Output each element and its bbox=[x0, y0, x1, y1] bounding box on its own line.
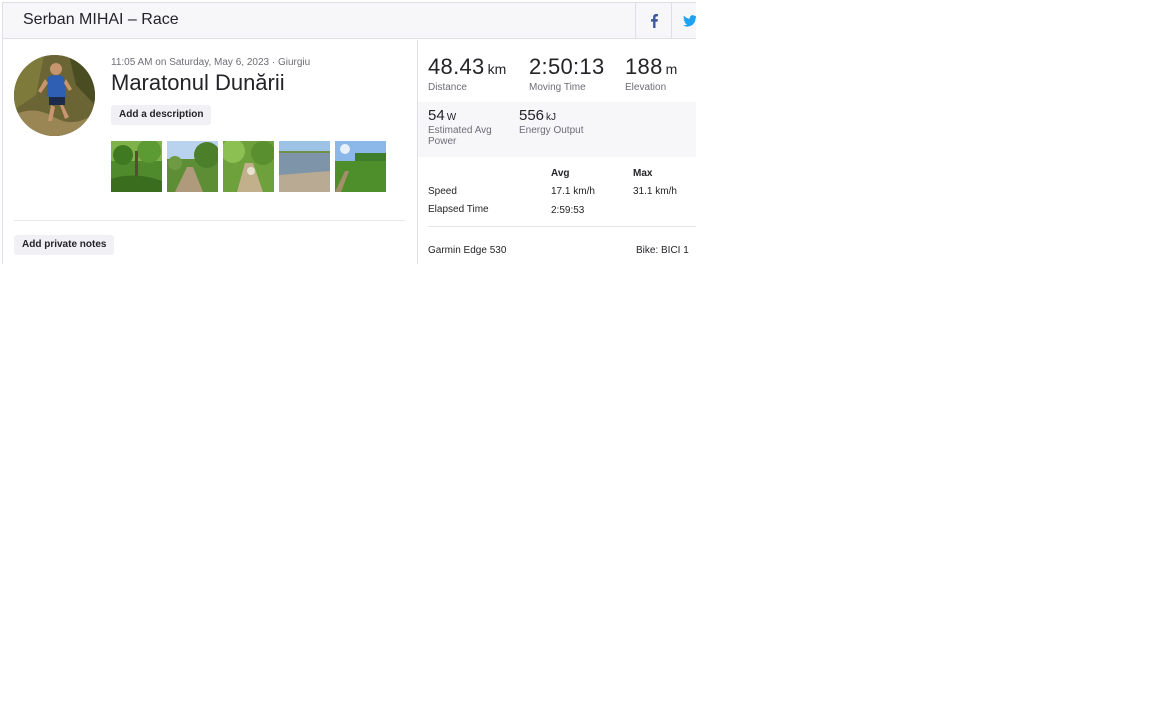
activity-summary-panel: 11:05 AM on Saturday, May 6, 2023 · Giur… bbox=[3, 40, 417, 264]
distance-stat: 48.43 km Distance bbox=[428, 54, 506, 93]
avg-power-value: 54 bbox=[428, 107, 445, 124]
leafy-trail-photo bbox=[223, 141, 274, 192]
page-title: Serban MIHAI – Race bbox=[23, 11, 179, 28]
activity-title[interactable]: Maratonul Dunării bbox=[111, 70, 285, 96]
distance-label: Distance bbox=[428, 82, 467, 93]
speed-max-value: 31.1 km/h bbox=[633, 186, 677, 197]
elevation-unit: m bbox=[665, 61, 678, 77]
dirt-path-by-trees-photo bbox=[167, 141, 218, 192]
energy-value: 556 bbox=[519, 107, 545, 124]
elevation-value: 188 bbox=[625, 54, 663, 79]
photo-thumbnail[interactable] bbox=[111, 141, 162, 192]
forest-trail-photo bbox=[111, 141, 162, 192]
moving-time-stat: 2:50:13 Moving Time bbox=[529, 54, 605, 93]
moving-time-label: Moving Time bbox=[529, 82, 586, 93]
photo-strip bbox=[111, 141, 386, 192]
photo-thumbnail[interactable] bbox=[279, 141, 330, 192]
bike-name[interactable]: Bike: BICI 1 bbox=[636, 245, 689, 256]
energy-stat: 556 kJ Energy Output bbox=[519, 107, 591, 136]
power-stats-band: 54 W Estimated Avg Power 556 kJ Energy Out… bbox=[418, 102, 696, 157]
add-description-button[interactable]: Add a description bbox=[111, 105, 212, 125]
moving-time-value: 2:50:13 bbox=[529, 54, 605, 79]
activity-date-location: 11:05 AM on Saturday, May 6, 2023 · Giur… bbox=[111, 57, 311, 68]
speed-row-label: Speed bbox=[428, 186, 457, 197]
add-private-notes-button[interactable]: Add private notes bbox=[14, 235, 115, 255]
avg-column-header: Avg bbox=[551, 168, 570, 179]
avg-power-label: Estimated Avg Power bbox=[428, 125, 492, 147]
runner-photo bbox=[14, 55, 95, 136]
divider bbox=[428, 226, 696, 227]
river-view-photo bbox=[279, 141, 330, 192]
device-name: Garmin Edge 530 bbox=[428, 245, 507, 256]
twitter-icon bbox=[682, 15, 696, 27]
activity-card: Serban MIHAI – Race 11:05 AM on Saturday… bbox=[2, 2, 696, 264]
facebook-icon bbox=[650, 14, 658, 28]
avg-power-stat: 54 W Estimated Avg Power bbox=[428, 107, 500, 147]
photo-thumbnail[interactable] bbox=[335, 141, 386, 192]
elapsed-time-row-label: Elapsed Time bbox=[428, 204, 489, 215]
distance-unit: km bbox=[487, 61, 507, 77]
twitter-share-button[interactable] bbox=[671, 3, 696, 39]
elapsed-time-value: 2:59:53 bbox=[551, 205, 585, 216]
photo-thumbnail[interactable] bbox=[223, 141, 274, 192]
speed-avg-value: 17.1 km/h bbox=[551, 186, 595, 197]
avg-power-unit: W bbox=[446, 112, 457, 123]
energy-label: Energy Output bbox=[519, 125, 584, 136]
activity-stats-panel: 48.43 km Distance 2:50:13 Moving Time 188… bbox=[417, 40, 696, 264]
divider bbox=[14, 220, 405, 221]
activity-header: Serban MIHAI – Race bbox=[3, 3, 696, 39]
distance-value: 48.43 bbox=[428, 54, 485, 79]
elevation-label: Elevation bbox=[625, 82, 667, 93]
max-column-header: Max bbox=[633, 168, 653, 179]
photo-thumbnail[interactable] bbox=[167, 141, 218, 192]
avatar[interactable] bbox=[14, 55, 95, 136]
facebook-share-button[interactable] bbox=[635, 3, 671, 39]
elevation-stat: 188 m Elevation bbox=[625, 54, 677, 93]
energy-unit: kJ bbox=[546, 112, 557, 123]
riverside-field-photo bbox=[335, 141, 386, 192]
